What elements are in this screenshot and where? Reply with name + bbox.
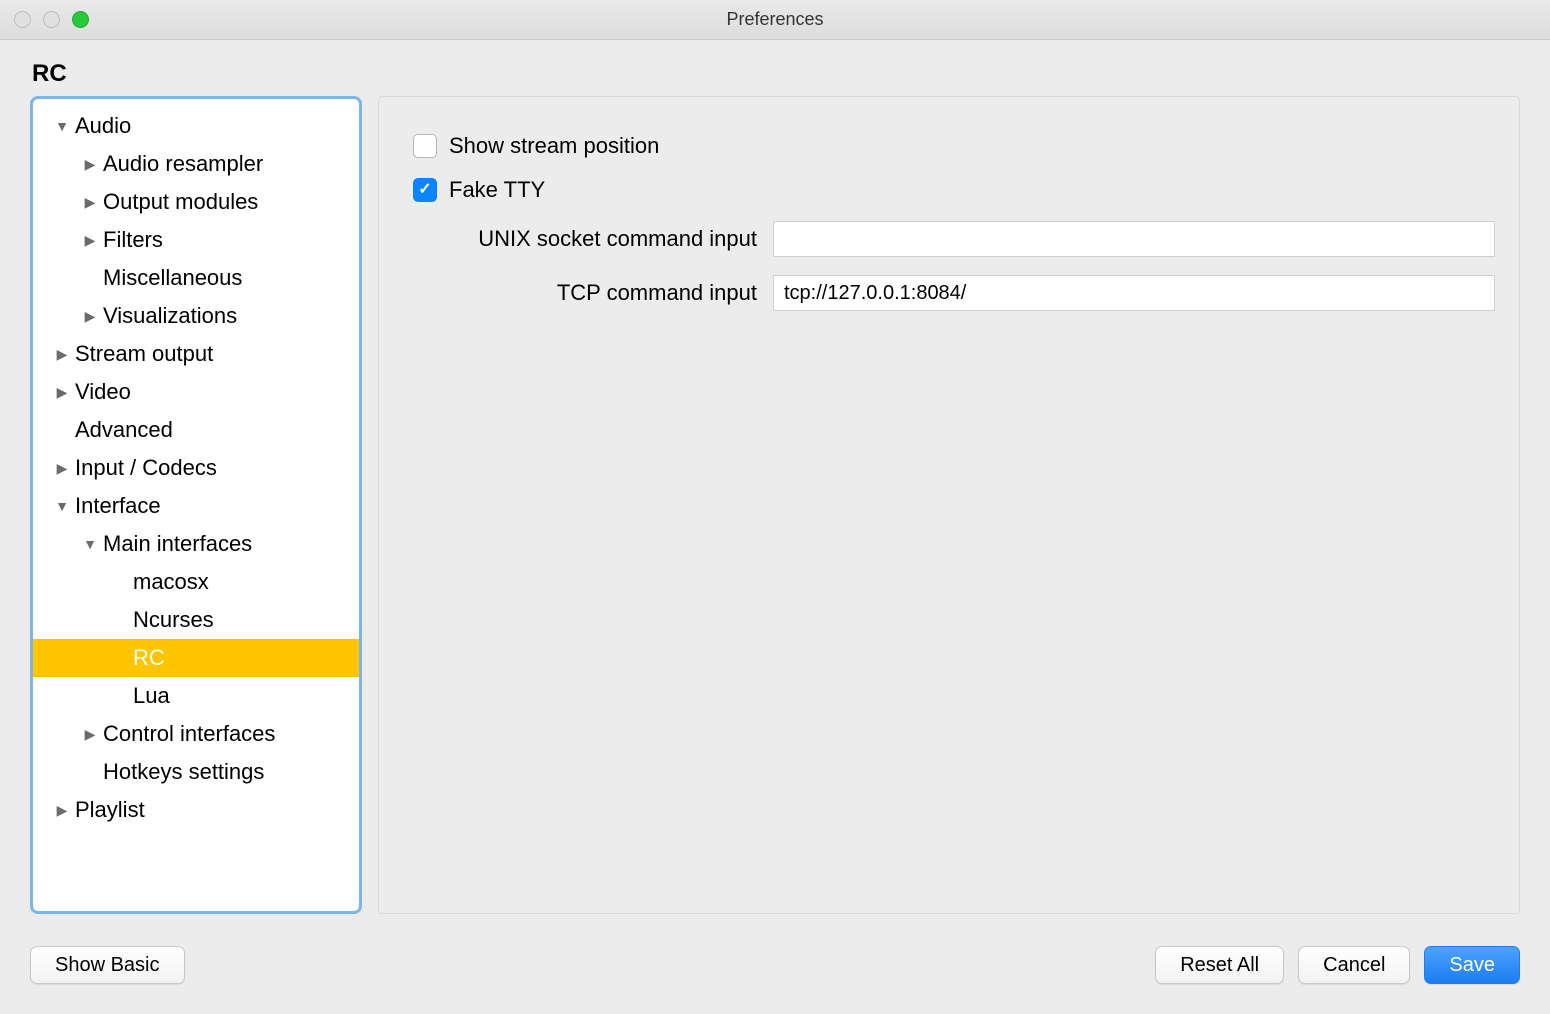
tree-item-filters[interactable]: ▶ Filters: [33, 221, 359, 259]
tree-item-visualizations[interactable]: ▶ Visualizations: [33, 297, 359, 335]
page-title: RC: [0, 40, 1550, 96]
tree-item-video[interactable]: ▶ Video: [33, 373, 359, 411]
disclosure-right-icon[interactable]: ▶: [53, 802, 71, 819]
window-title-bar: Preferences: [0, 0, 1550, 40]
show-stream-position-checkbox[interactable]: [413, 134, 437, 158]
footer: Show Basic Reset All Cancel Save: [0, 934, 1550, 1014]
disclosure-right-icon[interactable]: ▶: [81, 232, 99, 249]
footer-right-buttons: Reset All Cancel Save: [1155, 946, 1520, 984]
show-stream-position-label: Show stream position: [449, 133, 659, 159]
window-title: Preferences: [0, 9, 1550, 30]
reset-all-button[interactable]: Reset All: [1155, 946, 1284, 984]
disclosure-down-icon[interactable]: ▼: [53, 498, 71, 514]
fake-tty-checkbox[interactable]: ✓: [413, 178, 437, 202]
tree-item-lua[interactable]: Lua: [33, 677, 359, 715]
tree-item-macosx[interactable]: macosx: [33, 563, 359, 601]
zoom-window-button[interactable]: [72, 11, 89, 28]
close-window-button[interactable]: [14, 11, 31, 28]
tree-item-hotkeys-settings[interactable]: Hotkeys settings: [33, 753, 359, 791]
minimize-window-button[interactable]: [43, 11, 60, 28]
checkmark-icon: ✓: [418, 182, 431, 198]
settings-panel: Show stream position ✓ Fake TTY UNIX soc…: [378, 96, 1520, 914]
preferences-tree[interactable]: ▼ Audio ▶ Audio resampler ▶ Output modul…: [30, 96, 362, 914]
tree-item-interface[interactable]: ▼ Interface: [33, 487, 359, 525]
tree-item-audio[interactable]: ▼ Audio: [33, 107, 359, 145]
tcp-command-input[interactable]: [773, 275, 1495, 311]
disclosure-right-icon[interactable]: ▶: [81, 726, 99, 743]
main-area: ▼ Audio ▶ Audio resampler ▶ Output modul…: [0, 96, 1550, 934]
tree-item-stream-output[interactable]: ▶ Stream output: [33, 335, 359, 373]
disclosure-right-icon[interactable]: ▶: [53, 460, 71, 477]
disclosure-right-icon[interactable]: ▶: [81, 156, 99, 173]
fake-tty-label: Fake TTY: [449, 177, 545, 203]
disclosure-right-icon[interactable]: ▶: [53, 384, 71, 401]
disclosure-right-icon[interactable]: ▶: [81, 194, 99, 211]
tree-item-advanced[interactable]: Advanced: [33, 411, 359, 449]
tree-item-input-codecs[interactable]: ▶ Input / Codecs: [33, 449, 359, 487]
tcp-input-label: TCP command input: [413, 280, 773, 306]
unix-socket-row: UNIX socket command input: [403, 221, 1495, 257]
tree-item-output-modules[interactable]: ▶ Output modules: [33, 183, 359, 221]
tree-item-playlist[interactable]: ▶ Playlist: [33, 791, 359, 829]
tree-item-miscellaneous[interactable]: Miscellaneous: [33, 259, 359, 297]
show-basic-button[interactable]: Show Basic: [30, 946, 185, 984]
tree-item-rc[interactable]: RC: [33, 639, 359, 677]
traffic-lights: [14, 11, 89, 28]
fake-tty-row: ✓ Fake TTY: [403, 177, 1495, 203]
tree-item-main-interfaces[interactable]: ▼ Main interfaces: [33, 525, 359, 563]
disclosure-right-icon[interactable]: ▶: [53, 346, 71, 363]
cancel-button[interactable]: Cancel: [1298, 946, 1410, 984]
disclosure-down-icon[interactable]: ▼: [53, 118, 71, 134]
tcp-input-row: TCP command input: [403, 275, 1495, 311]
disclosure-down-icon[interactable]: ▼: [81, 536, 99, 552]
show-stream-position-row: Show stream position: [403, 133, 1495, 159]
tree-item-control-interfaces[interactable]: ▶ Control interfaces: [33, 715, 359, 753]
unix-socket-label: UNIX socket command input: [413, 226, 773, 252]
unix-socket-input[interactable]: [773, 221, 1495, 257]
tree-item-audio-resampler[interactable]: ▶ Audio resampler: [33, 145, 359, 183]
disclosure-right-icon[interactable]: ▶: [81, 308, 99, 325]
tree-item-ncurses[interactable]: Ncurses: [33, 601, 359, 639]
save-button[interactable]: Save: [1424, 946, 1520, 984]
